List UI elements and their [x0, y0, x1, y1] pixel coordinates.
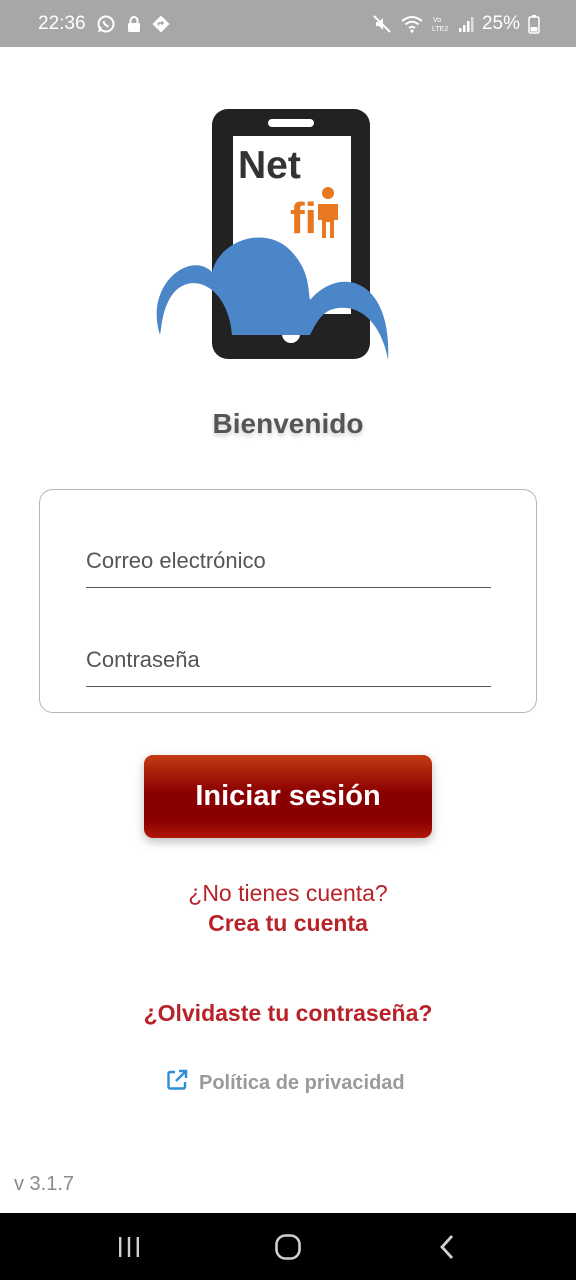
system-nav-bar	[0, 1213, 576, 1280]
welcome-title: Bienvenido	[212, 408, 364, 439]
back-icon[interactable]	[417, 1217, 477, 1277]
privacy-policy-label: Política de privacidad	[199, 1071, 405, 1094]
svg-text:Vo: Vo	[433, 17, 441, 24]
external-link-icon	[165, 1068, 189, 1098]
svg-text:Net: Net	[238, 144, 301, 187]
mute-icon	[372, 14, 392, 34]
svg-text:fi: fi	[290, 194, 317, 243]
lock-icon	[126, 15, 142, 33]
login-screen: 22:36 Vo LTE2 25% Net fi Bienvenido Corr…	[0, 0, 576, 1280]
wifi-icon	[400, 14, 424, 34]
navigation-icon	[152, 15, 170, 33]
app-version: v 3.1.7	[14, 1173, 75, 1195]
status-bar: 22:36 Vo LTE2 25%	[0, 0, 576, 47]
signal-icon	[458, 15, 474, 33]
privacy-policy-link[interactable]: Política de privacidad	[165, 1068, 405, 1098]
svg-text:LTE2: LTE2	[432, 26, 448, 33]
home-icon[interactable]	[258, 1217, 318, 1277]
password-field[interactable]	[86, 627, 491, 686]
battery-icon	[528, 14, 540, 34]
status-time: 22:36	[38, 12, 86, 34]
no-account-text: ¿No tienes cuenta?	[188, 880, 388, 906]
password-field-container	[86, 627, 491, 687]
recent-apps-icon[interactable]	[99, 1217, 159, 1277]
forgot-password-link[interactable]: ¿Olvidaste tu contraseña?	[0, 1000, 576, 1027]
login-form	[39, 489, 537, 713]
create-account-link[interactable]: Crea tu cuenta	[0, 910, 576, 937]
login-button[interactable]: Iniciar sesión	[144, 755, 432, 838]
email-field[interactable]	[86, 528, 491, 587]
volte-icon: Vo LTE2	[432, 14, 450, 34]
whatsapp-icon	[96, 14, 116, 34]
netfi-logo: Net fi	[150, 100, 400, 385]
battery-percent: 25%	[481, 12, 520, 34]
email-field-container	[86, 528, 491, 588]
